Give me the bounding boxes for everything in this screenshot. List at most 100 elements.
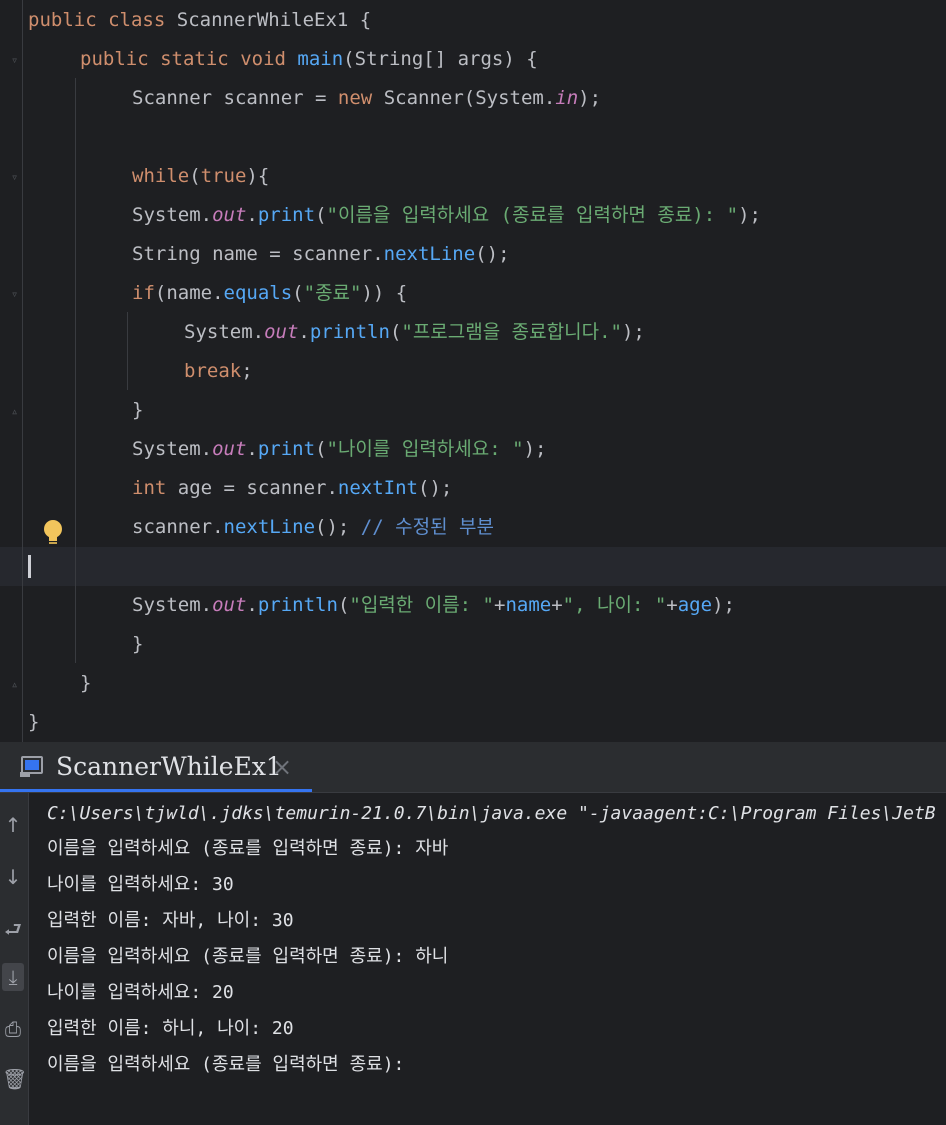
- editor-gutter[interactable]: [0, 0, 24, 742]
- paren: (: [292, 282, 304, 304]
- code-line-16[interactable]: System.out.println("입력한 이름: "+name+", 나이…: [132, 586, 735, 625]
- method-name: print: [257, 204, 316, 226]
- keyword: true: [200, 165, 247, 187]
- string-literal: "종료": [303, 282, 362, 304]
- keyword: class: [108, 9, 166, 31]
- keyword: break: [184, 360, 242, 382]
- run-tab-bar: ScannerWhileEx1 ×: [0, 742, 946, 793]
- lightbulb-icon[interactable]: [42, 519, 64, 547]
- code-line-14[interactable]: scanner.nextLine(); // 수정된 부분: [132, 508, 494, 547]
- close-icon[interactable]: ×: [272, 752, 292, 782]
- operator: +: [494, 594, 506, 616]
- code-text: );: [578, 87, 602, 109]
- paren: (: [189, 165, 201, 187]
- code-text: age = scanner.: [166, 477, 338, 499]
- type-name: Scanner: [132, 87, 213, 109]
- code-text: );: [738, 204, 761, 226]
- operator: +: [666, 594, 678, 616]
- keyword: void: [240, 48, 286, 70]
- code-editor[interactable]: ▿ ▿ ▿ ▵ ▵ public class ScannerWhileEx1 {…: [0, 0, 946, 742]
- soft-wrap-icon[interactable]: ⮐: [2, 915, 24, 943]
- code-text: .: [246, 438, 258, 460]
- code-line-13[interactable]: int age = scanner.nextInt();: [132, 469, 452, 508]
- code-line-10[interactable]: break;: [184, 352, 253, 391]
- code-line-11[interactable]: }: [132, 391, 143, 430]
- code-text: );: [523, 438, 547, 460]
- paren: (: [389, 321, 402, 343]
- paren: (: [315, 438, 327, 460]
- method-name: print: [257, 438, 316, 460]
- code-line-5[interactable]: while(true){: [132, 157, 269, 196]
- code-text: );: [621, 321, 645, 343]
- code-text: System.: [132, 438, 213, 460]
- code-line-2[interactable]: public static void main(String[] args) {: [80, 40, 538, 79]
- code-text: .: [298, 321, 310, 343]
- method-name: nextLine: [223, 516, 316, 538]
- code-text: ;: [241, 360, 253, 382]
- code-text: ();: [418, 477, 453, 499]
- paren: (: [343, 48, 355, 70]
- method-name: nextLine: [383, 243, 476, 265]
- variable: age: [677, 594, 713, 616]
- code-line-7[interactable]: String name = scanner.nextLine();: [132, 235, 510, 274]
- keyword: public: [28, 9, 97, 31]
- console-line: 입력한 이름: 하니, 나이: 20: [47, 1018, 294, 1039]
- class-name: ScannerWhileEx1: [176, 9, 349, 31]
- code-line-18[interactable]: }: [80, 664, 91, 703]
- console-line: 나이를 입력하세요: 30: [47, 874, 234, 895]
- brace: }: [80, 672, 92, 694]
- code-line-8[interactable]: if(name.equals("종료")) {: [132, 274, 407, 313]
- current-line-highlight: [0, 547, 946, 586]
- parameter: args: [457, 48, 504, 70]
- static-field: out: [212, 594, 247, 616]
- brace: }: [28, 711, 40, 733]
- type-name: String: [132, 243, 201, 265]
- code-line-17[interactable]: }: [132, 625, 143, 664]
- static-field: out: [264, 321, 299, 343]
- scroll-to-end-icon[interactable]: ⤓: [2, 963, 24, 991]
- code-line-9[interactable]: System.out.println("프로그램을 종료합니다.");: [184, 313, 645, 352]
- brace: {: [348, 9, 372, 31]
- code-text: (name.: [154, 282, 224, 304]
- string-literal: "입력한 이름: ": [349, 594, 494, 616]
- code-line-19[interactable]: }: [28, 703, 39, 742]
- arrow-up-icon[interactable]: ↑: [2, 811, 24, 839]
- operator: +: [551, 594, 563, 616]
- keyword: if: [132, 282, 155, 304]
- code-line-3[interactable]: Scanner scanner = new Scanner(System.in)…: [132, 79, 601, 118]
- brace: }: [132, 633, 144, 655]
- method-name: println: [309, 321, 390, 343]
- code-line-1[interactable]: public class ScannerWhileEx1 {: [28, 1, 371, 40]
- print-icon[interactable]: ⎙: [2, 1015, 24, 1043]
- paren: )) {: [361, 282, 408, 304]
- indent-guide: [75, 78, 76, 663]
- string-literal: "프로그램을 종료합니다.": [401, 321, 622, 343]
- method-name: println: [257, 594, 338, 616]
- run-tool-window[interactable]: ScannerWhileEx1 × ↑ ↓ ⮐ ⤓ ⎙ 🗑 C:\Users\t…: [0, 742, 946, 1125]
- paren: ) {: [503, 48, 538, 70]
- trash-icon[interactable]: 🗑: [2, 1065, 27, 1093]
- code-line-6[interactable]: System.out.print("이름을 입력하세요 (종료를 입력하면 종료…: [132, 196, 761, 235]
- code-text: ();: [475, 243, 510, 265]
- keyword: while: [132, 165, 190, 187]
- static-field: in: [555, 87, 579, 109]
- console-line: 이름을 입력하세요 (종료를 입력하면 종료): 자바: [47, 838, 449, 859]
- console-line: C:\Users\tjwld\.jdks\temurin-21.0.7\bin\…: [47, 803, 936, 824]
- keyword: static: [160, 48, 229, 70]
- console-line: 이름을 입력하세요 (종료를 입력하면 종료):: [47, 1054, 405, 1075]
- console-line: 입력한 이름: 자바, 나이: 30: [47, 910, 294, 931]
- static-field: out: [212, 438, 247, 460]
- console-line: 이름을 입력하세요 (종료를 입력하면 종료): 하니: [47, 946, 449, 967]
- code-line-12[interactable]: System.out.print("나이를 입력하세요: ");: [132, 430, 546, 469]
- keyword: int: [132, 477, 167, 499]
- code-text: scanner =: [212, 87, 338, 109]
- paren: (: [337, 594, 350, 616]
- string-literal: "나이를 입력하세요: ": [326, 438, 524, 460]
- indent-guide: [22, 0, 23, 742]
- run-toolbar: ↑ ↓ ⮐ ⤓ ⎙ 🗑: [0, 793, 29, 1125]
- run-tab[interactable]: ScannerWhileEx1 ×: [0, 742, 312, 792]
- code-text: System.: [184, 321, 265, 343]
- indent-guide: [127, 312, 128, 390]
- array-brackets: []: [423, 48, 458, 70]
- arrow-down-icon[interactable]: ↓: [2, 863, 24, 891]
